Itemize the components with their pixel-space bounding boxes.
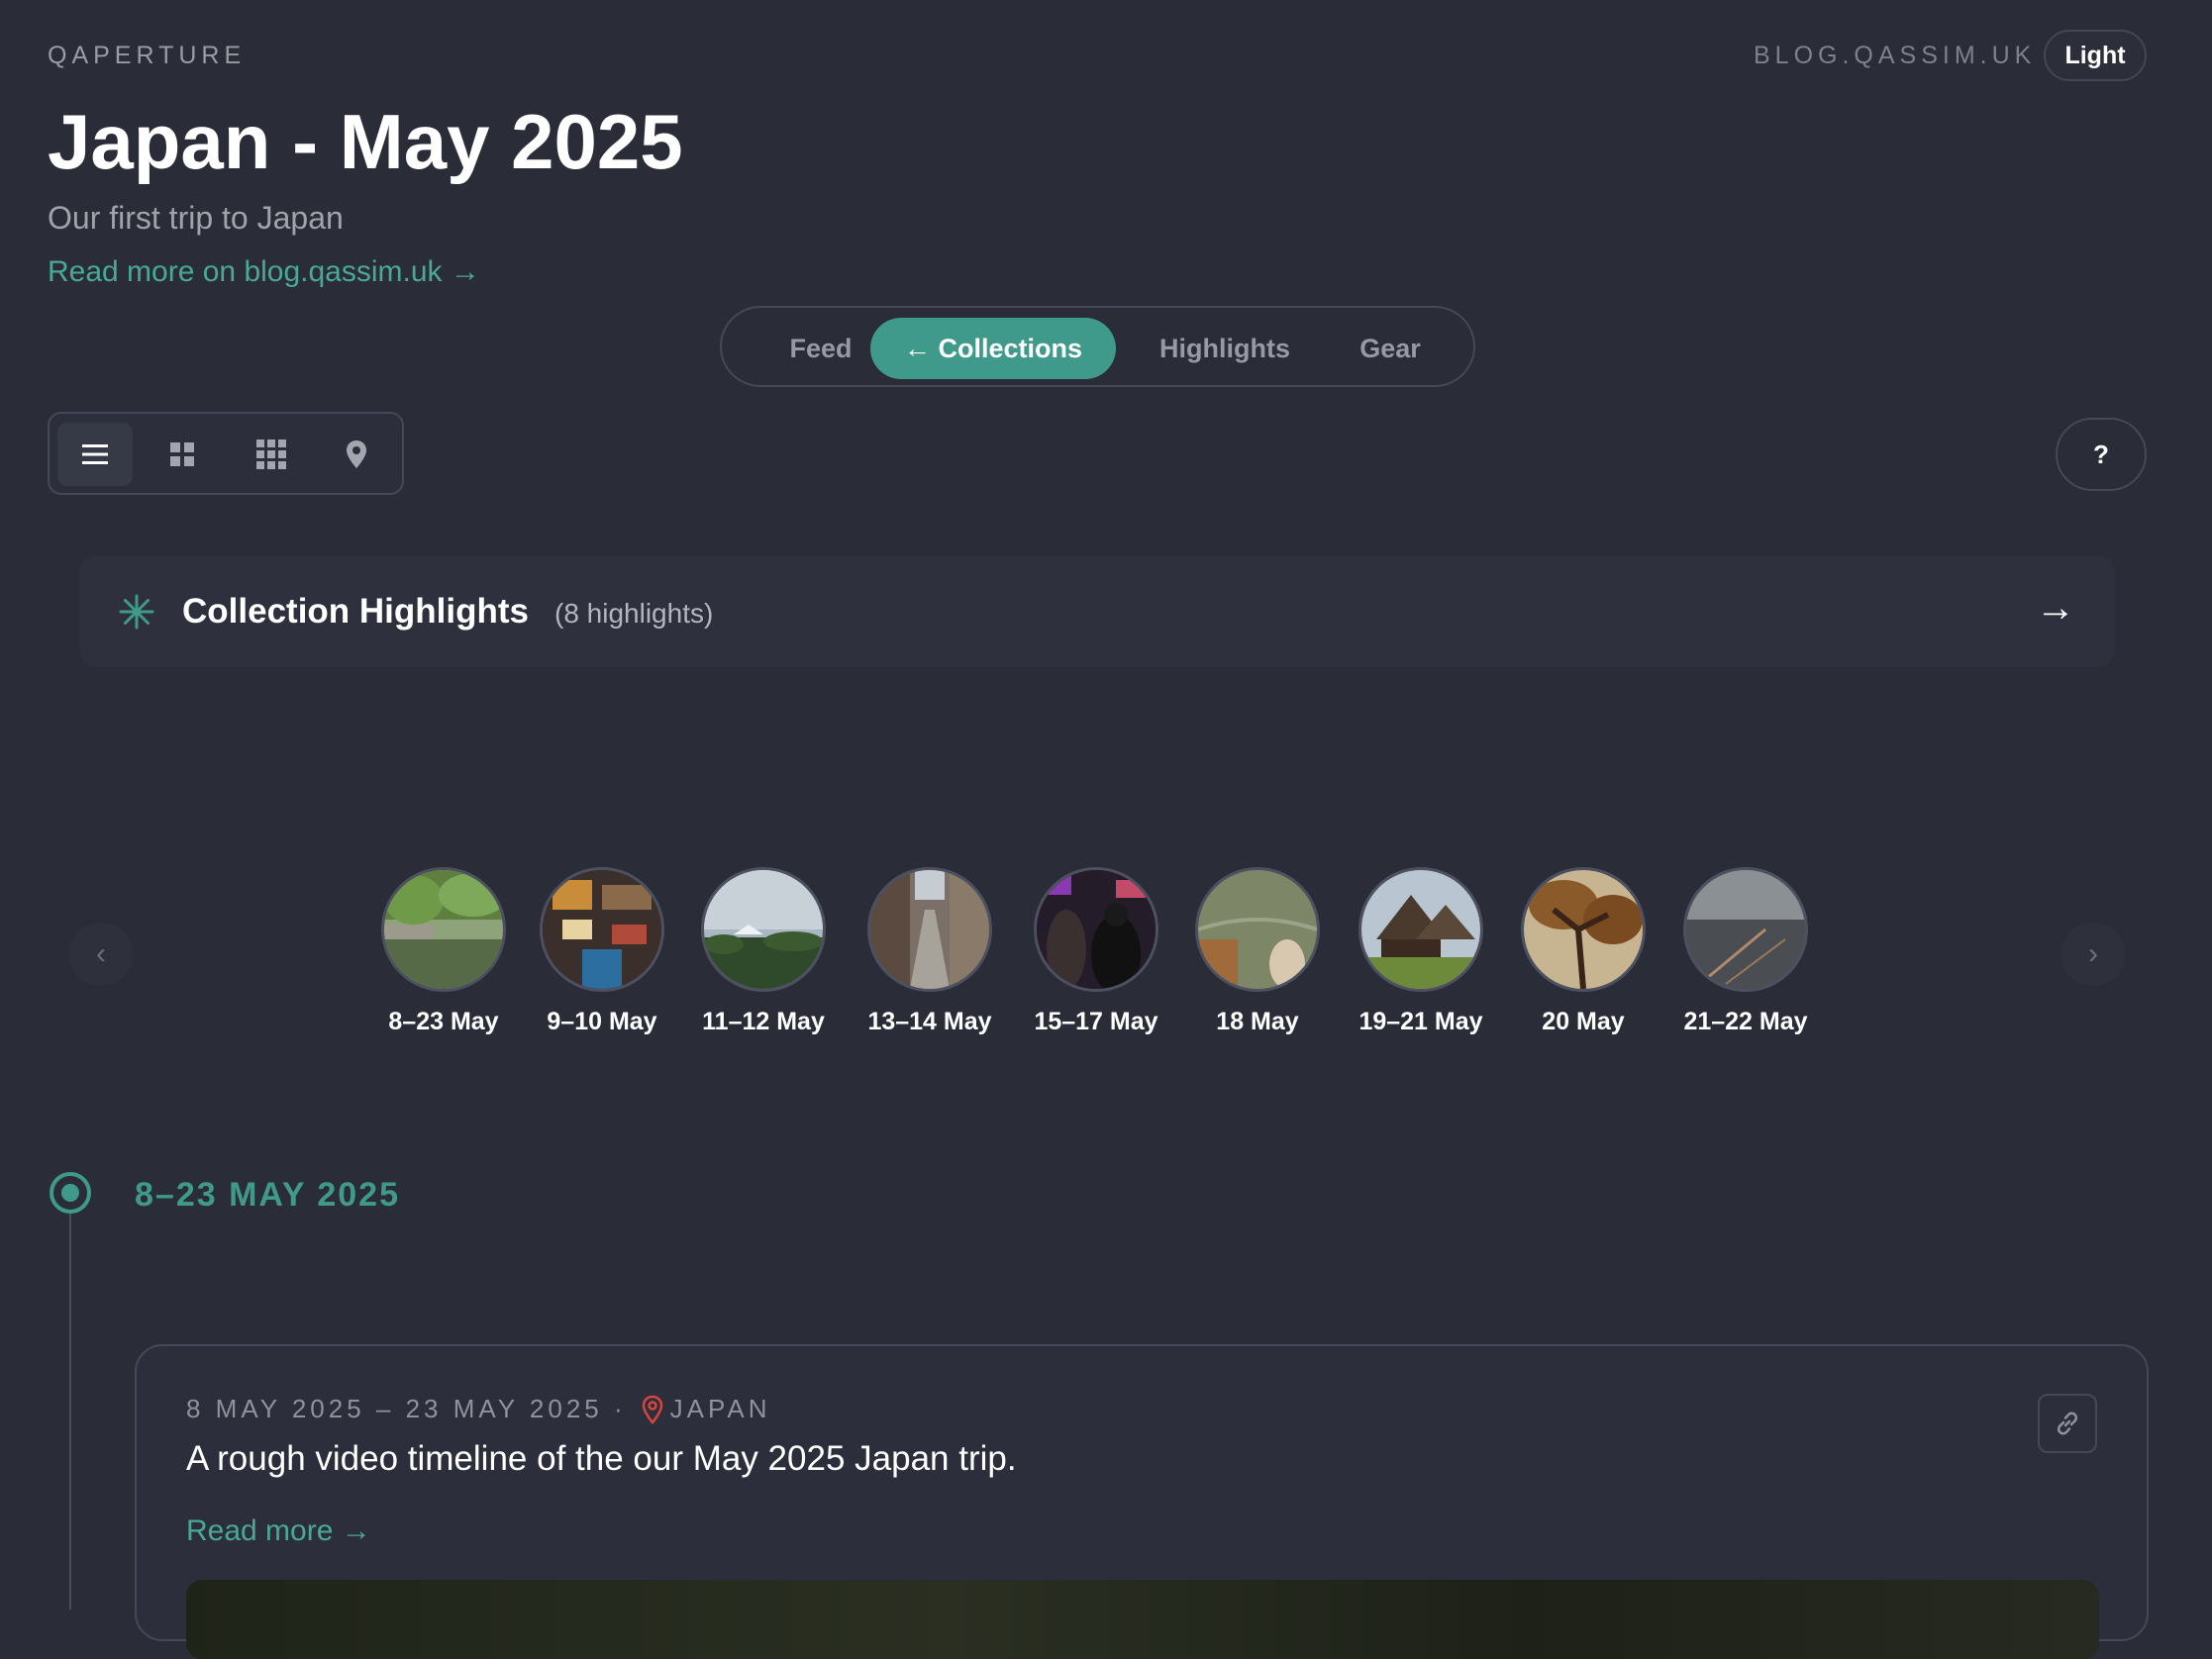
collection-story[interactable]: 18 May (1188, 867, 1327, 1036)
help-button[interactable]: ? (2056, 418, 2147, 491)
carousel-next-button[interactable]: › (2061, 923, 2125, 986)
carousel-prev-button[interactable]: ‹ (69, 923, 133, 986)
collection-story[interactable]: 19–21 May (1352, 867, 1490, 1036)
timeline-line (69, 1214, 71, 1610)
story-thumbnail (867, 867, 992, 992)
collection-story[interactable]: 15–17 May (1027, 867, 1165, 1036)
collection-post-card: 8 MAY 2025 – 23 MAY 2025 · JAPAN A rough… (135, 1344, 2149, 1659)
highlights-title: Collection Highlights (182, 592, 529, 631)
brand-logo[interactable]: QAPERTURE (48, 42, 246, 70)
grid-dense-icon (256, 439, 286, 469)
story-thumbnail (1358, 867, 1483, 992)
link-icon (2057, 1412, 2078, 1435)
arrow-right-icon: → (2036, 586, 2075, 630)
page-title: Japan - May 2025 (48, 98, 683, 185)
post-text: A rough video timeline of the our May 20… (186, 1439, 1017, 1478)
post-media-preview[interactable] (186, 1580, 2099, 1659)
collection-story[interactable]: 20 May (1514, 867, 1653, 1036)
blog-read-more-link[interactable]: Read more on blog.qassim.uk → (48, 255, 480, 289)
story-thumbnail (1034, 867, 1158, 992)
story-thumbnail (381, 867, 506, 992)
list-icon (82, 444, 108, 464)
collection-story[interactable]: 9–10 May (533, 867, 671, 1036)
story-label: 13–14 May (867, 1008, 992, 1035)
story-thumbnail (1683, 867, 1808, 992)
timeline-heading: 8–23 MAY 2025 (135, 1176, 400, 1214)
story-label: 15–17 May (1034, 1008, 1158, 1035)
story-label: 18 May (1216, 1008, 1299, 1035)
story-thumbnail (1195, 867, 1320, 992)
tab-feed[interactable]: Feed (752, 318, 890, 379)
post-read-more-link[interactable]: Read more → (186, 1514, 371, 1548)
view-mode-toolbar (48, 412, 404, 495)
collection-story[interactable]: 11–12 May (694, 867, 833, 1036)
grid-view-button[interactable] (145, 423, 220, 486)
tab-gear[interactable]: Gear (1326, 318, 1455, 379)
site-link[interactable]: BLOG.QASSIM.UK (1754, 42, 2036, 70)
story-thumbnail (540, 867, 664, 992)
grid-small-icon (170, 442, 194, 466)
post-dates: 8 MAY 2025 – 23 MAY 2025 · (186, 1394, 627, 1423)
highlights-count: (8 highlights) (554, 598, 714, 629)
page-subtitle: Our first trip to Japan (48, 200, 344, 236)
theme-toggle-button[interactable]: Light (2044, 30, 2147, 81)
story-label: 21–22 May (1683, 1008, 1808, 1035)
timeline-marker (50, 1172, 91, 1214)
dense-grid-view-button[interactable] (234, 423, 309, 486)
story-thumbnail (1521, 867, 1646, 992)
collection-story[interactable]: 13–14 May (860, 867, 999, 1036)
tab-collections[interactable]: ← Collections (870, 318, 1116, 379)
collection-story[interactable]: 21–22 May (1676, 867, 1815, 1036)
story-label: 20 May (1542, 1008, 1625, 1035)
list-view-button[interactable] (57, 423, 133, 486)
collection-highlights-card[interactable]: Collection Highlights (8 highlights) → (79, 556, 2115, 667)
story-label: 9–10 May (547, 1008, 657, 1035)
location-pin-icon (642, 1395, 662, 1424)
map-view-button[interactable] (319, 423, 394, 486)
main-tabs: Feed ← Collections Highlights Gear (720, 306, 1475, 387)
collection-story[interactable]: 8–23 May (374, 867, 513, 1036)
post-location: JAPAN (669, 1394, 771, 1423)
copy-link-button[interactable] (2038, 1394, 2097, 1453)
story-thumbnail (701, 867, 826, 992)
post-meta: 8 MAY 2025 – 23 MAY 2025 · JAPAN (186, 1394, 771, 1424)
sparkle-icon (119, 594, 154, 630)
map-pin-icon (347, 440, 366, 468)
story-label: 11–12 May (702, 1008, 825, 1035)
story-label: 8–23 May (388, 1008, 499, 1035)
tab-highlights[interactable]: Highlights (1136, 318, 1314, 379)
story-label: 19–21 May (1358, 1008, 1483, 1035)
